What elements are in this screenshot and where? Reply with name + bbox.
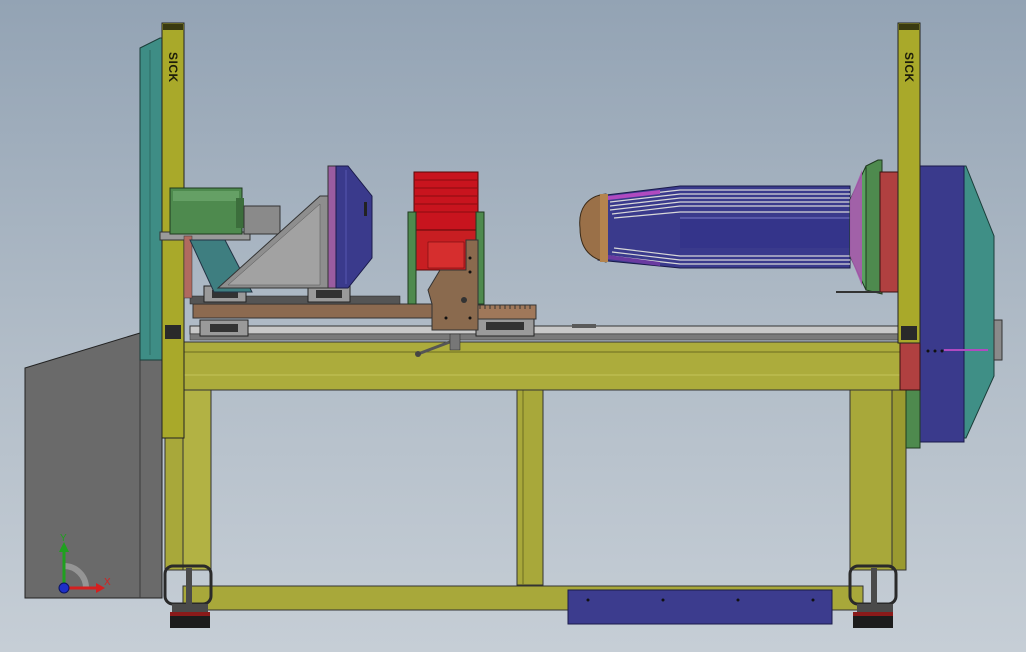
right-sick-sensor-column[interactable]: SICK xyxy=(897,22,921,344)
gear-rack xyxy=(477,304,537,320)
cad-model-scene[interactable]: SICK SICK Y X xyxy=(0,0,1026,652)
left-sensor-brand-label: SICK xyxy=(166,52,180,83)
machine-frame[interactable] xyxy=(164,341,907,611)
mandrel-flange[interactable] xyxy=(849,159,899,295)
left-teal-guard-panel[interactable] xyxy=(139,37,166,361)
triad-z-axis xyxy=(58,582,70,594)
control-cabinet[interactable] xyxy=(24,332,163,599)
cad-viewport[interactable]: SICK SICK Y X xyxy=(0,0,1026,652)
left-blue-housing[interactable] xyxy=(335,165,373,289)
forming-mandrel[interactable] xyxy=(579,185,851,269)
gear-motor[interactable] xyxy=(169,187,281,235)
triad-x-label: X xyxy=(104,577,111,588)
bottom-blue-plate[interactable] xyxy=(567,589,833,625)
support-post xyxy=(183,235,193,299)
linear-rail[interactable] xyxy=(189,324,901,341)
triad-y-label: Y xyxy=(60,533,67,544)
right-sensor-brand-label: SICK xyxy=(902,52,916,83)
